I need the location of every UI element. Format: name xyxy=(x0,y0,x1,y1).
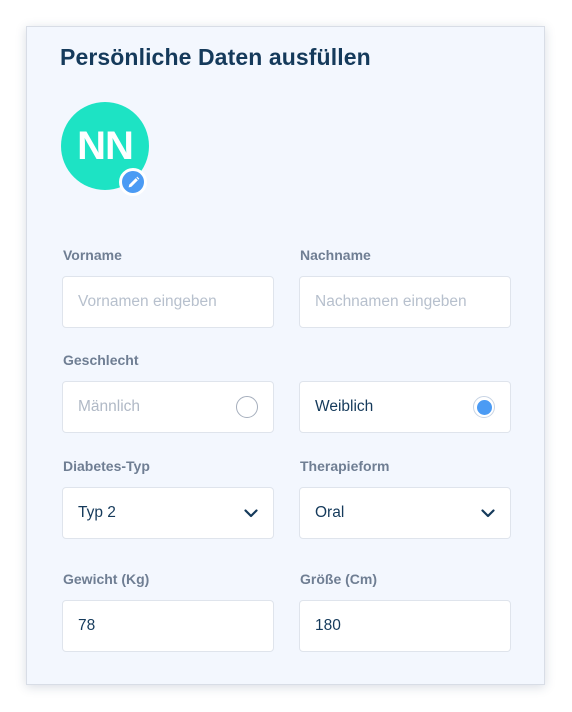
nachname-input[interactable] xyxy=(315,293,495,311)
therapieform-select[interactable]: Oral xyxy=(299,487,511,539)
diabetes-typ-label: Diabetes-Typ xyxy=(63,458,150,474)
therapieform-label: Therapieform xyxy=(300,458,390,474)
nachname-label: Nachname xyxy=(300,247,371,263)
geschlecht-label: Geschlecht xyxy=(63,352,139,368)
groesse-label: Größe (Cm) xyxy=(300,571,377,587)
groesse-input[interactable] xyxy=(315,617,495,635)
gewicht-input[interactable] xyxy=(78,617,258,635)
radio-unchecked-icon[interactable] xyxy=(236,396,258,418)
gender-option-label: Weiblich xyxy=(315,398,374,415)
nachname-field[interactable] xyxy=(299,276,511,328)
avatar-initials: NN xyxy=(77,123,134,168)
chevron-down-icon xyxy=(244,508,258,518)
diabetes-typ-select[interactable]: Typ 2 xyxy=(62,487,274,539)
therapieform-value: Oral xyxy=(315,504,345,521)
personal-data-card: Persönliche Daten ausfüllen NN Vorname N… xyxy=(26,26,545,685)
page-title: Persönliche Daten ausfüllen xyxy=(60,44,371,70)
gewicht-label: Gewicht (Kg) xyxy=(63,571,150,587)
chevron-down-icon xyxy=(481,508,495,518)
vorname-input[interactable] xyxy=(78,293,258,311)
gender-option-weiblich[interactable]: Weiblich xyxy=(299,381,511,433)
gender-option-maennlich[interactable]: Männlich xyxy=(62,381,274,433)
vorname-label: Vorname xyxy=(63,247,122,263)
pencil-icon xyxy=(128,176,139,187)
radio-checked-icon[interactable] xyxy=(473,396,495,418)
gewicht-field[interactable] xyxy=(62,600,274,652)
vorname-field[interactable] xyxy=(62,276,274,328)
gender-option-label: Männlich xyxy=(78,398,141,415)
groesse-field[interactable] xyxy=(299,600,511,652)
diabetes-typ-value: Typ 2 xyxy=(78,504,116,521)
edit-avatar-button[interactable] xyxy=(119,168,147,196)
